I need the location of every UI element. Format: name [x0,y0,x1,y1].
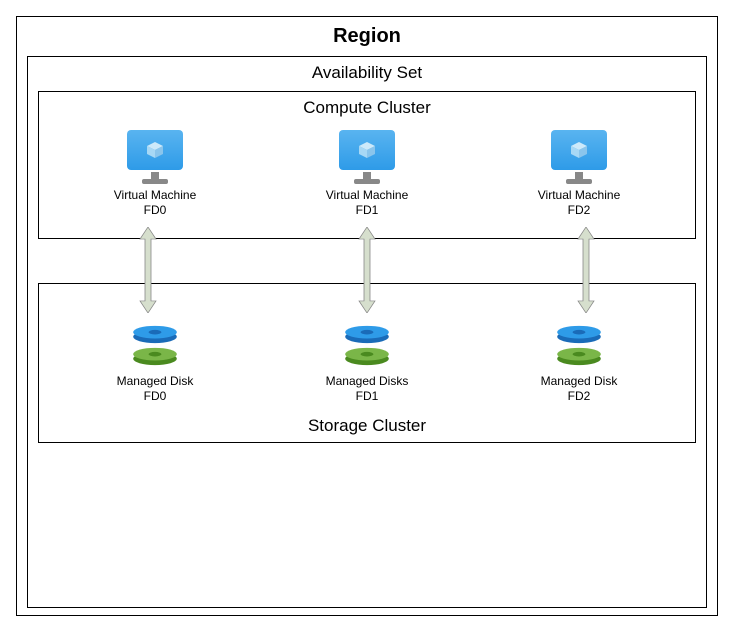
disk-item: Managed Disk FD2 [504,324,654,404]
vm-fd: FD0 [114,203,197,218]
double-arrow-icon [355,227,379,313]
disk-label: Managed Disk FD0 [117,374,194,404]
disk-name: Managed Disk [541,374,618,389]
vm-item: Virtual Machine FD1 [292,130,442,218]
vm-fd: FD1 [326,203,409,218]
region-container: Region Availability Set Compute Cluster [16,16,718,616]
disk-label: Managed Disks FD1 [326,374,409,404]
storage-title: Storage Cluster [49,416,685,436]
region-title: Region [27,25,707,48]
vm-fd: FD2 [538,203,621,218]
vm-icon [127,130,183,184]
disk-row: Managed Disk FD0 [49,324,685,404]
disk-item: Managed Disks FD1 [292,324,442,404]
vm-row: Virtual Machine FD0 [49,130,685,218]
vm-item: Virtual Machine FD0 [80,130,230,218]
vm-icon [339,130,395,184]
disk-fd: FD1 [326,389,409,404]
compute-title: Compute Cluster [49,98,685,118]
disk-label: Managed Disk FD2 [541,374,618,404]
arrows-row [38,227,696,313]
vm-icon [551,130,607,184]
vm-name: Virtual Machine [538,188,621,203]
disk-name: Managed Disk [117,374,194,389]
double-arrow-icon [136,227,160,313]
disk-fd: FD0 [117,389,194,404]
disk-icon [342,324,392,370]
availability-title: Availability Set [38,63,696,83]
vm-label: Virtual Machine FD0 [114,188,197,218]
vm-label: Virtual Machine FD2 [538,188,621,218]
disk-icon [130,324,180,370]
disk-name: Managed Disks [326,374,409,389]
availability-set-container: Availability Set Compute Cluster [27,56,707,608]
vm-name: Virtual Machine [326,188,409,203]
vm-name: Virtual Machine [114,188,197,203]
vm-label: Virtual Machine FD1 [326,188,409,218]
disk-item: Managed Disk FD0 [80,324,230,404]
disk-fd: FD2 [541,389,618,404]
double-arrow-icon [574,227,598,313]
vm-item: Virtual Machine FD2 [504,130,654,218]
compute-cluster-container: Compute Cluster [38,91,696,239]
disk-icon [554,324,604,370]
